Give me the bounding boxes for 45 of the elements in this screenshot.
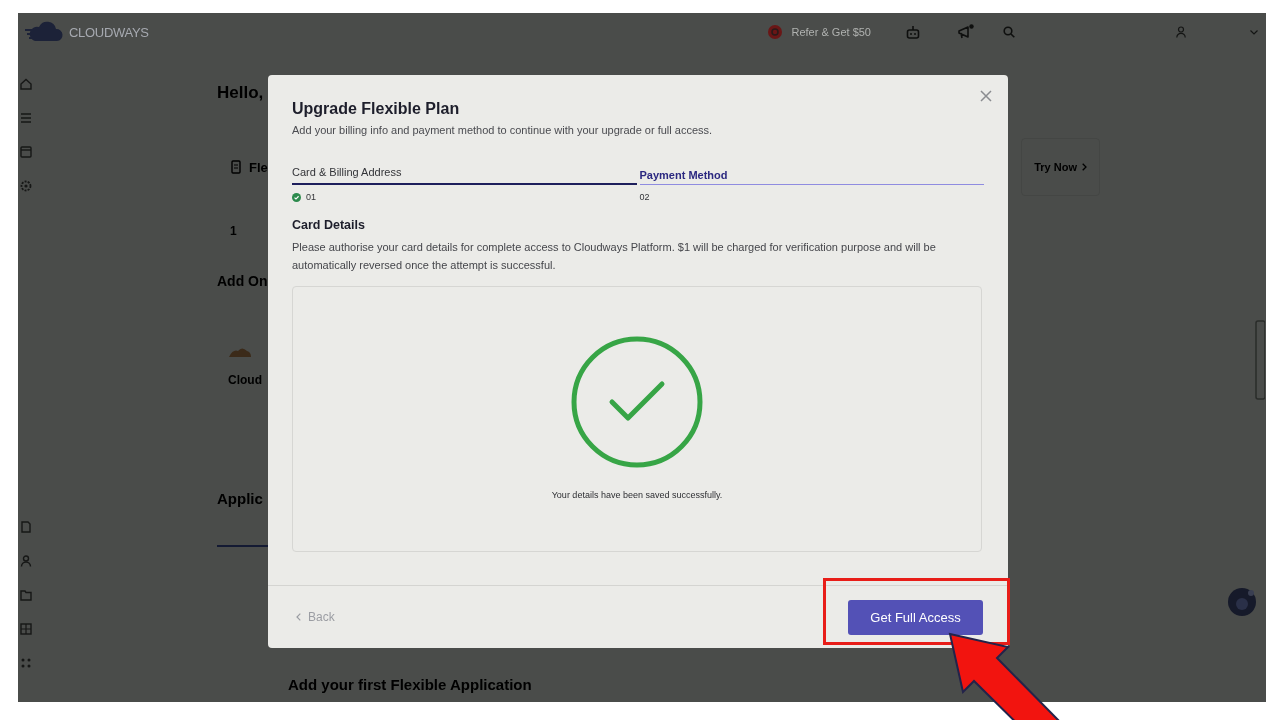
applications-heading: Applic — [217, 489, 263, 509]
dots-grid-icon[interactable] — [20, 657, 32, 669]
person-icon[interactable] — [1176, 26, 1186, 38]
addons-heading: Add On — [217, 272, 268, 290]
step-number: 02 — [639, 191, 650, 203]
logo-text: CLOUDWAYS — [69, 24, 149, 40]
dialog-title: Upgrade Flexible Plan — [292, 99, 461, 119]
chevron-down-icon[interactable] — [1250, 29, 1258, 35]
addon-card-title: Cloud — [228, 372, 262, 388]
dialog-subtitle: Add your billing info and payment method to continue with your upgrade or full access. — [292, 123, 714, 138]
section-description: Please authorise your card details for complete access to Cloudways Platform. $1 will be charged for verification purpose and will be automatically reversed once the attempt is successful. — [292, 240, 937, 273]
greeting-heading: Hello, — [217, 82, 264, 104]
side-tab[interactable] — [1255, 320, 1265, 400]
step-number: 01 — [306, 191, 316, 203]
cloud-logo-icon — [25, 21, 63, 43]
empty-state-title: Add your first Flexible Application — [288, 675, 532, 695]
person-icon[interactable] — [20, 555, 32, 567]
success-message: Your details have been saved successfully. — [551, 489, 723, 501]
cloud-icon — [229, 347, 251, 357]
megaphone-icon[interactable] — [958, 24, 974, 40]
house-icon[interactable] — [20, 78, 32, 90]
get-full-access-button[interactable]: Get Full Access — [848, 599, 983, 635]
search-icon[interactable] — [1003, 26, 1015, 38]
plan-card-title: Fle — [249, 159, 268, 175]
step-label: Card & Billing Address — [292, 164, 637, 185]
close-icon[interactable] — [980, 90, 992, 102]
list-icon[interactable] — [20, 112, 32, 124]
step-label: Payment Method — [639, 164, 984, 185]
window-icon[interactable] — [20, 146, 32, 158]
referral-link[interactable]: Refer & Get $50 — [791, 26, 871, 38]
floating-circle-icon[interactable] — [1227, 587, 1257, 617]
try-now-link[interactable]: Try Now — [1021, 138, 1100, 196]
chevron-left-icon — [296, 613, 301, 621]
folder-icon[interactable] — [20, 589, 32, 601]
check-circle-icon — [292, 192, 301, 202]
ring-icon — [767, 25, 782, 39]
robot-icon[interactable] — [906, 25, 920, 39]
section-heading: Card Details — [292, 217, 366, 233]
gear-icon[interactable] — [20, 180, 32, 192]
plan-count: 1 — [230, 224, 237, 238]
chevron-right-icon — [1082, 163, 1087, 171]
document-icon — [231, 160, 241, 174]
check-circle-icon — [570, 335, 704, 469]
grid-square-icon[interactable] — [20, 623, 32, 635]
document-icon[interactable] — [20, 521, 32, 533]
